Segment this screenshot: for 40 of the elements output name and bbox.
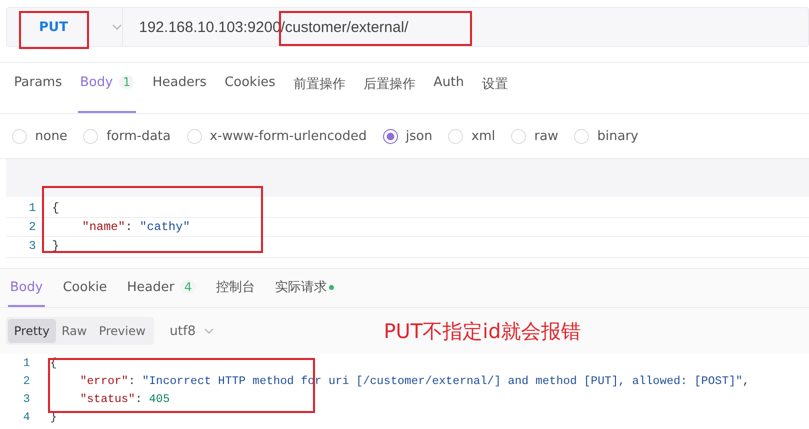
line-number: 2: [22, 374, 30, 388]
line-number: 3: [28, 239, 36, 253]
radio-label[interactable]: json: [406, 128, 432, 144]
chevron-down-icon: [204, 328, 214, 334]
chevron-down-icon: [112, 24, 122, 30]
radio-label[interactable]: binary: [597, 128, 638, 144]
request-tab[interactable]: Params: [12, 75, 64, 113]
radio-button[interactable]: [382, 128, 398, 144]
request-tab[interactable]: Body 1: [78, 75, 136, 113]
code-line: "name": "cathy": [81, 220, 190, 234]
view-mode-button[interactable]: Raw: [56, 319, 93, 343]
response-tab[interactable]: Cookie: [60, 269, 109, 307]
request-tab[interactable]: 前置操作: [291, 75, 348, 113]
radio-label[interactable]: raw: [534, 128, 558, 144]
code-line: {: [51, 201, 60, 215]
line-number: 4: [22, 410, 30, 424]
request-tab[interactable]: 后置操作: [361, 75, 418, 113]
highlight-box: [19, 11, 89, 49]
radio-label[interactable]: none: [35, 128, 68, 144]
line-number: 2: [28, 220, 36, 234]
request-tab[interactable]: Headers: [150, 75, 209, 113]
radio-label[interactable]: xml: [471, 128, 496, 144]
code-line: "status": 405: [79, 392, 170, 406]
annotation-text: PUT不指定id就会报错: [384, 318, 581, 344]
request-tab[interactable]: Cookies: [222, 75, 278, 113]
request-tab[interactable]: Auth: [431, 75, 466, 113]
method-dropdown[interactable]: PUT: [7, 8, 123, 46]
response-tab[interactable]: Header 4: [124, 269, 198, 307]
response-tab[interactable]: 实际请求: [272, 269, 336, 307]
radio-label[interactable]: x-www-form-urlencoded: [210, 128, 367, 144]
encoding-dropdown[interactable]: utf8: [170, 324, 214, 338]
view-mode-button[interactable]: Pretty: [8, 319, 56, 343]
line-number: 1: [28, 201, 36, 215]
response-tab[interactable]: 控制台: [214, 269, 257, 307]
radio-label[interactable]: form-data: [106, 128, 171, 144]
request-tab[interactable]: 设置: [480, 75, 510, 113]
line-number: 1: [22, 356, 30, 370]
line-number: 3: [22, 392, 30, 406]
view-mode-button[interactable]: Preview: [92, 319, 152, 343]
response-tab[interactable]: Body: [8, 269, 45, 307]
